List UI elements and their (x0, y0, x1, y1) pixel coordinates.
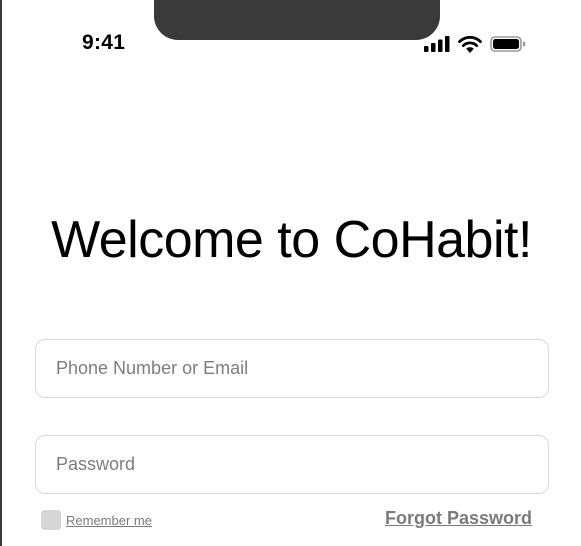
device-notch (154, 0, 440, 40)
forgot-password-link[interactable]: Forgot Password (385, 508, 532, 529)
remember-me-label[interactable]: Remember me (66, 513, 152, 528)
battery-icon (490, 36, 526, 52)
app-screen: 9:41 Welcome to CoHabit! Phone Number or… (2, 0, 581, 546)
remember-me-control[interactable]: Remember me (41, 510, 152, 530)
status-icons (424, 34, 526, 54)
password-field[interactable] (35, 435, 549, 494)
page-title: Welcome to CoHabit! (51, 211, 532, 269)
device-frame: 9:41 Welcome to CoHabit! Phone Number or… (0, 0, 581, 546)
status-time: 9:41 (82, 31, 126, 54)
email-field[interactable] (35, 339, 549, 398)
wifi-icon (458, 35, 482, 53)
remember-me-checkbox[interactable] (41, 510, 61, 530)
cellular-signal-icon (424, 36, 450, 52)
